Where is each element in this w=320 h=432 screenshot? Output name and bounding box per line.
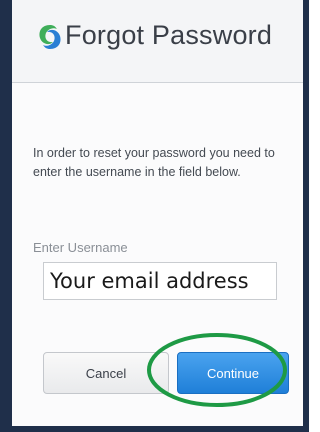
username-input[interactable] (43, 262, 277, 300)
continue-button[interactable]: Continue (177, 352, 289, 394)
frame-right-edge (303, 0, 309, 432)
dialog-header: Forgot Password (12, 0, 303, 83)
page-title: Forgot Password (65, 20, 273, 50)
swirl-logo-icon (35, 22, 65, 52)
frame-left-edge (0, 0, 12, 432)
cancel-button[interactable]: Cancel (43, 352, 169, 394)
username-label: Enter Username (33, 240, 128, 255)
forgot-password-dialog: Forgot Password In order to reset your p… (0, 0, 309, 432)
dialog-body: In order to reset your password you need… (12, 83, 303, 426)
frame-bottom-edge (0, 426, 309, 432)
instructions-text: In order to reset your password you need… (33, 146, 275, 179)
